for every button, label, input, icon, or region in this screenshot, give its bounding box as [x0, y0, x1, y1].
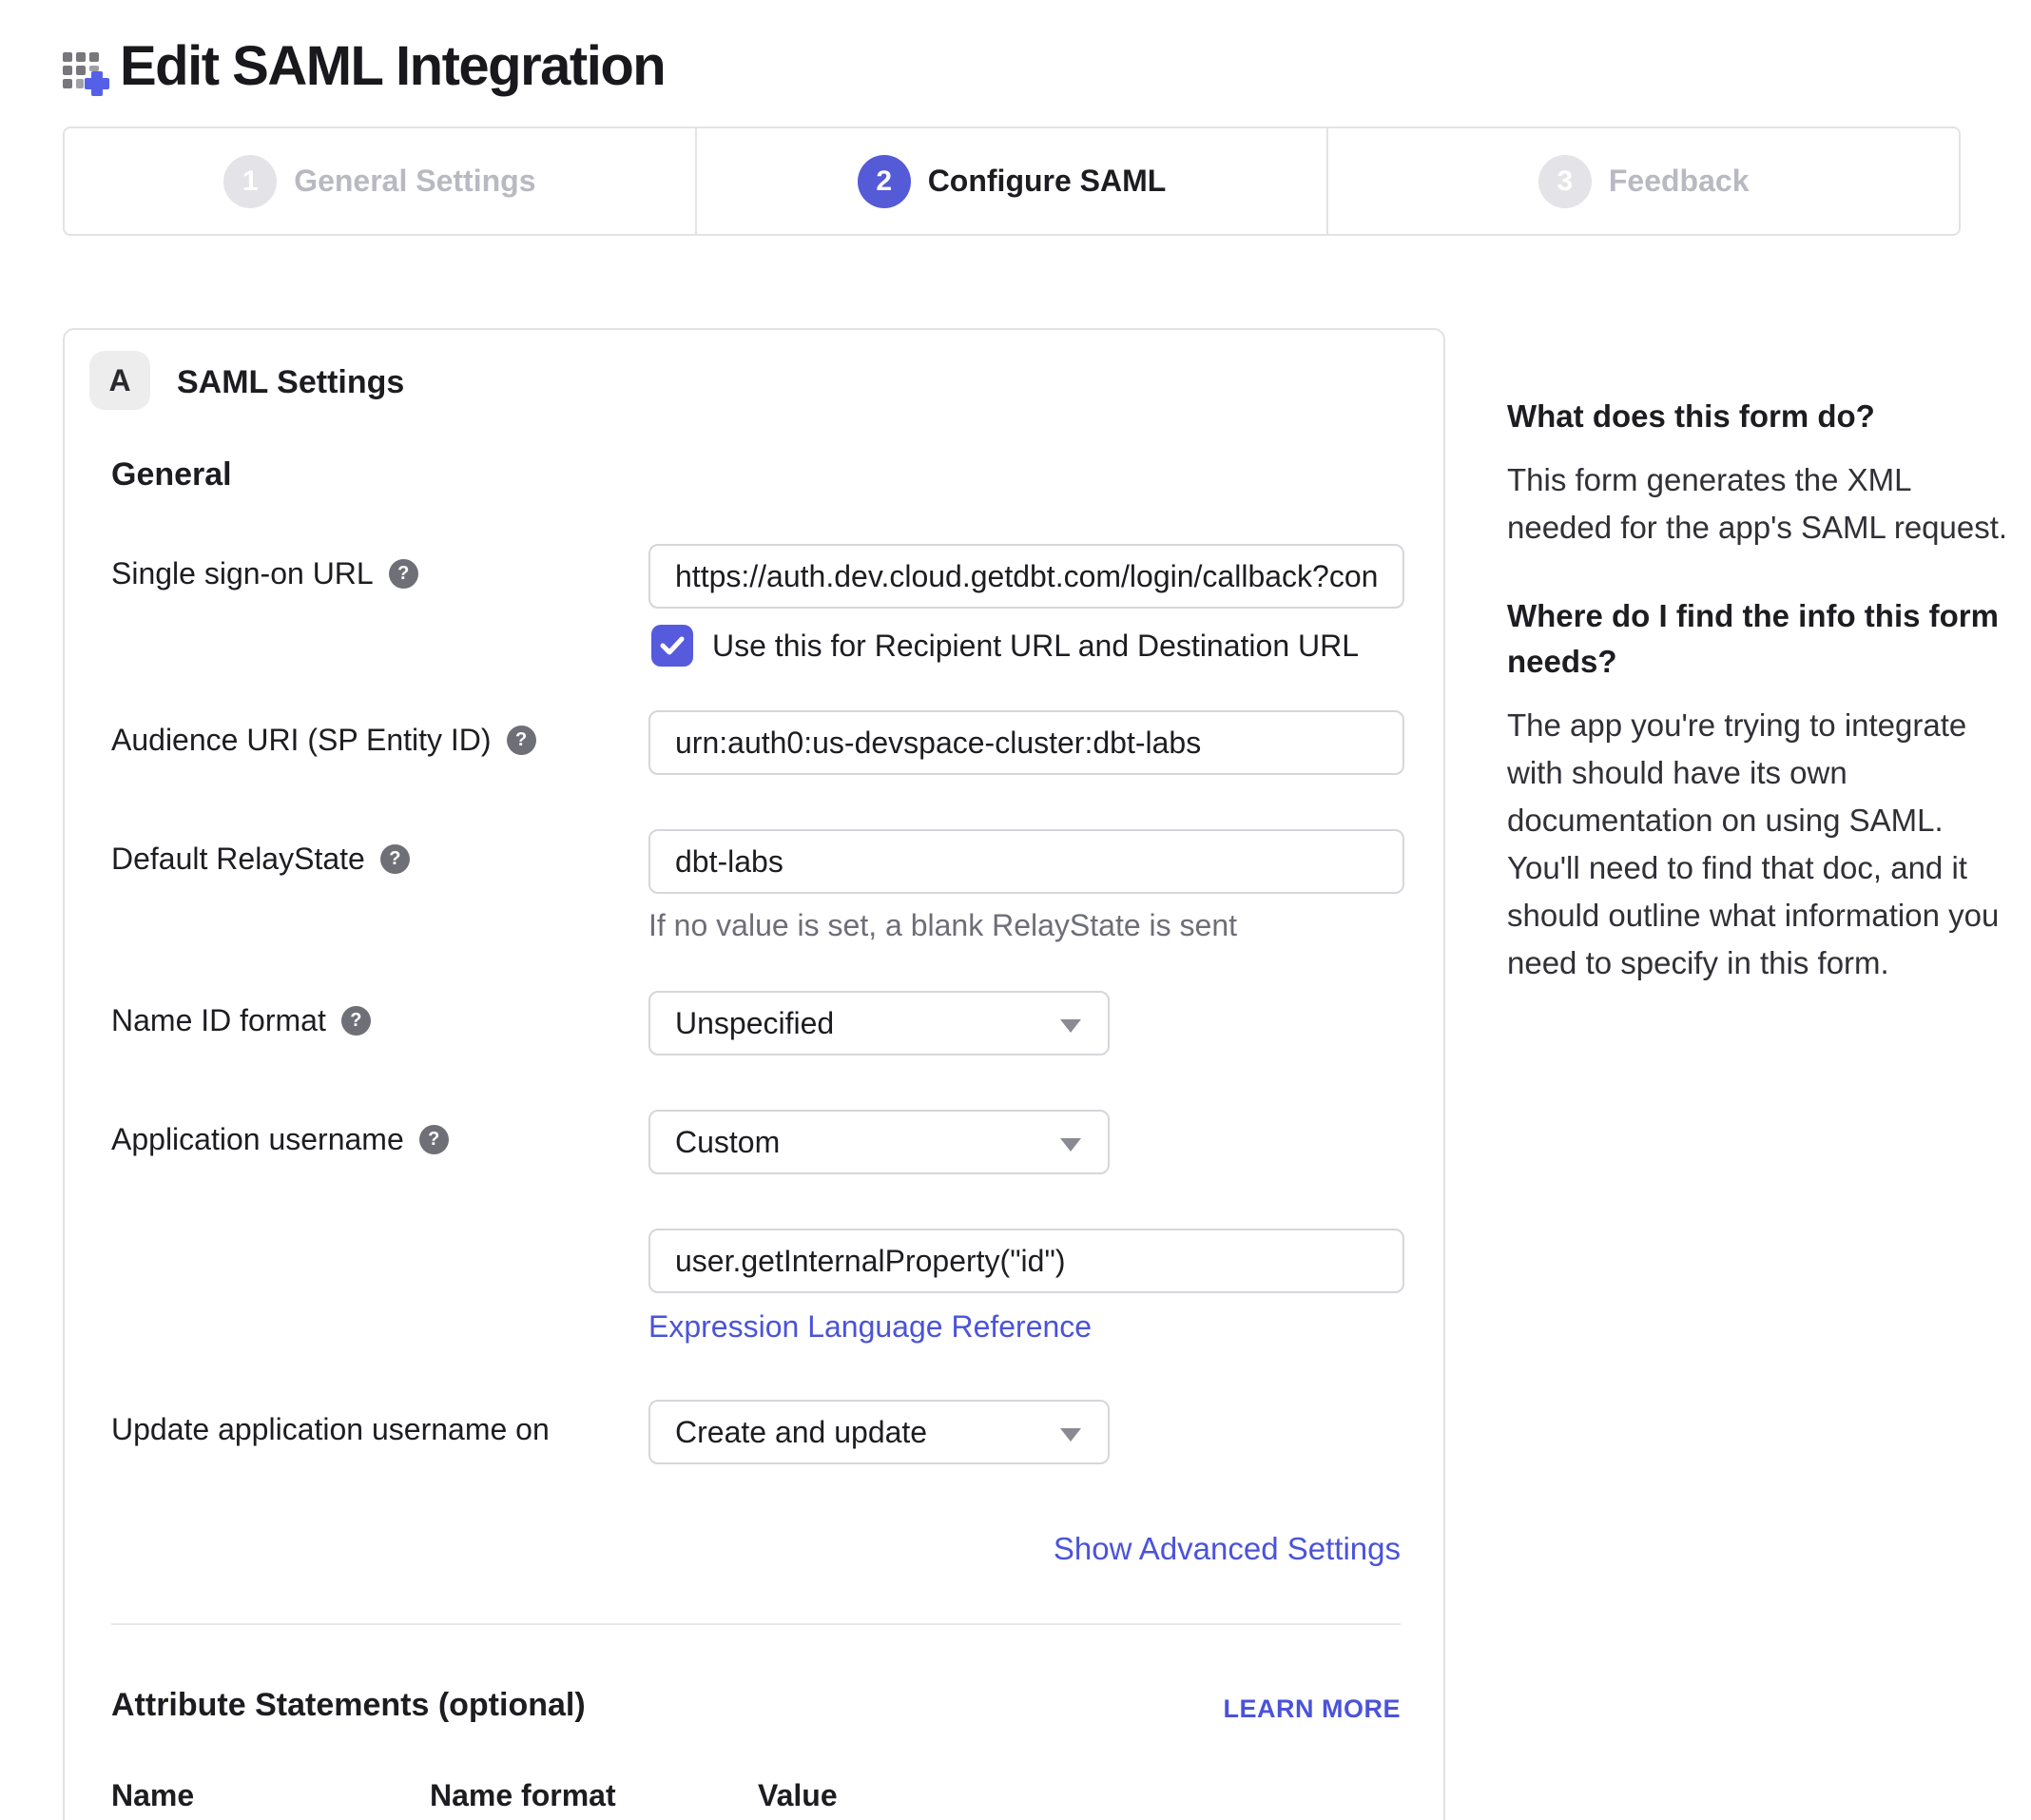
- relay-state-input[interactable]: [648, 829, 1404, 894]
- update-username-label: Update application username on: [111, 1412, 550, 1447]
- wizard-steps: 1 General Settings 2 Configure SAML 3 Fe…: [63, 126, 1961, 236]
- page-header: Edit SAML Integration: [63, 34, 665, 98]
- step-1-label: General Settings: [294, 164, 535, 199]
- help-icon[interactable]: ?: [507, 726, 536, 755]
- column-header-value: Value: [758, 1778, 838, 1813]
- update-username-value: Create and update: [675, 1415, 927, 1450]
- relay-state-label: Default RelayState: [111, 842, 365, 877]
- section-title: SAML Settings: [177, 364, 404, 401]
- sso-url-input[interactable]: [648, 544, 1404, 609]
- update-username-label-row: Update application username on: [111, 1412, 550, 1447]
- help-icon[interactable]: ?: [380, 844, 410, 874]
- update-username-select[interactable]: Create and update: [648, 1400, 1110, 1464]
- chevron-down-icon: [1060, 1138, 1081, 1152]
- sso-url-label: Single sign-on URL: [111, 556, 374, 591]
- relay-state-hint: If no value is set, a blank RelayState i…: [648, 908, 1237, 943]
- audience-uri-label-row: Audience URI (SP Entity ID) ?: [111, 723, 536, 758]
- learn-more-link[interactable]: LEARN MORE: [1224, 1694, 1402, 1724]
- step-3-label: Feedback: [1609, 164, 1750, 199]
- recipient-url-checkbox-row: Use this for Recipient URL and Destinati…: [651, 625, 1359, 667]
- help-icon[interactable]: ?: [389, 559, 418, 589]
- name-id-format-value: Unspecified: [675, 1006, 834, 1041]
- wizard-step-configure-saml[interactable]: 2 Configure SAML: [695, 128, 1327, 234]
- help-icon[interactable]: ?: [419, 1125, 449, 1154]
- help-answer-2: The app you're trying to integrate with …: [1507, 702, 2011, 987]
- step-3-circle: 3: [1538, 155, 1592, 208]
- help-answer-1: This form generates the XML needed for t…: [1507, 456, 2011, 552]
- section-badge-a: A: [89, 351, 150, 410]
- app-username-select[interactable]: Custom: [648, 1110, 1110, 1174]
- saml-settings-card: A SAML Settings General Single sign-on U…: [63, 328, 1445, 1820]
- sso-url-label-row: Single sign-on URL ?: [111, 556, 418, 591]
- wizard-step-feedback[interactable]: 3 Feedback: [1326, 128, 1959, 234]
- app-username-label-row: Application username ?: [111, 1122, 449, 1157]
- help-question-1: What does this form do?: [1507, 394, 2011, 439]
- help-panel: What does this form do? This form genera…: [1507, 394, 2011, 1029]
- page-title: Edit SAML Integration: [120, 34, 665, 98]
- audience-uri-input[interactable]: [648, 710, 1404, 775]
- checked-checkbox-icon[interactable]: [651, 625, 693, 667]
- step-2-label: Configure SAML: [928, 164, 1167, 199]
- custom-expression-input[interactable]: [648, 1229, 1404, 1293]
- help-question-2: Where do I find the info this form needs…: [1507, 593, 2011, 685]
- wizard-step-general-settings[interactable]: 1 General Settings: [65, 128, 695, 234]
- help-icon[interactable]: ?: [341, 1006, 371, 1036]
- app-username-label: Application username: [111, 1122, 404, 1157]
- step-1-circle: 1: [223, 155, 277, 208]
- chevron-down-icon: [1060, 1428, 1081, 1442]
- chevron-down-icon: [1060, 1019, 1081, 1033]
- general-heading: General: [111, 456, 232, 494]
- section-divider: [111, 1623, 1401, 1625]
- column-header-name-format: Name format: [430, 1778, 616, 1813]
- recipient-url-checkbox-label[interactable]: Use this for Recipient URL and Destinati…: [712, 629, 1359, 664]
- step-2-circle: 2: [858, 155, 911, 208]
- show-advanced-settings-link[interactable]: Show Advanced Settings: [1054, 1531, 1401, 1567]
- add-app-grid-icon: [63, 37, 116, 96]
- app-username-value: Custom: [675, 1125, 780, 1160]
- name-id-format-select[interactable]: Unspecified: [648, 991, 1110, 1055]
- expression-language-reference-link[interactable]: Expression Language Reference: [648, 1309, 1092, 1345]
- column-header-name: Name: [111, 1778, 194, 1813]
- edit-saml-integration-page: Edit SAML Integration 1 General Settings…: [0, 0, 2031, 1820]
- name-id-format-label: Name ID format: [111, 1003, 326, 1038]
- name-id-format-label-row: Name ID format ?: [111, 1003, 371, 1038]
- audience-uri-label: Audience URI (SP Entity ID): [111, 723, 492, 758]
- relay-state-label-row: Default RelayState ?: [111, 842, 410, 877]
- attribute-statements-heading: Attribute Statements (optional): [111, 1687, 586, 1724]
